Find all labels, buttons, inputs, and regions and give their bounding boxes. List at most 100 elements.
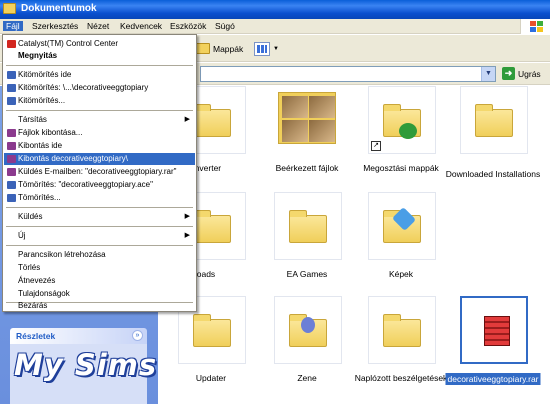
folder-item[interactable]: Beérkezett fájlok (258, 86, 356, 182)
menu-item-send-to[interactable]: Küldés ▶ (4, 211, 195, 223)
folder-thumbnail (460, 86, 528, 154)
rar-archive-icon (484, 316, 510, 346)
menu-item-open-with[interactable]: Társítás ▶ (4, 114, 195, 126)
folder-thumbnail (368, 192, 436, 260)
folder-item[interactable]: Zene (258, 296, 356, 392)
mysims-logo: My Sims (14, 348, 158, 382)
views-button[interactable]: ▼ (254, 39, 279, 58)
folder-thumbnail (274, 192, 342, 260)
submenu-arrow-icon: ▶ (184, 116, 190, 123)
submenu-arrow-icon: ▶ (184, 213, 190, 220)
chevron-down-icon: ▼ (273, 45, 279, 52)
menu-item-extract-here[interactable]: Kitömörítés ide (4, 69, 195, 81)
menu-item-unpack-files[interactable]: Fájlok kibontása... (4, 127, 195, 139)
menu-item-new[interactable]: Új ▶ (4, 230, 195, 242)
menu-item-label: Kibontás decorativeeggtopiary\ (18, 154, 128, 163)
menu-item-label: Kitömörítés... (18, 96, 66, 105)
catalyst-icon (7, 40, 16, 48)
window-title: Dokumentumok (21, 3, 97, 14)
folder-thumbnail (274, 296, 342, 364)
item-label: EA Games (286, 269, 328, 279)
shortcut-arrow-icon: ↗ (371, 141, 381, 151)
folder-item[interactable]: EA Games (258, 192, 356, 288)
menu-separator (6, 226, 193, 227)
winrar-icon (7, 142, 16, 150)
menu-item-label: Fájlok kibontása... (18, 128, 83, 137)
menu-item-extract-to-path[interactable]: Kitömörítés: \...\decorativeeggtopiary (4, 82, 195, 94)
windows-logo (520, 19, 550, 34)
folder-thumbnail (368, 296, 436, 364)
winace-icon (7, 84, 16, 92)
menu-separator (6, 110, 193, 111)
details-header[interactable]: Részletek » (10, 328, 147, 344)
rar-file-item[interactable]: decorativeeggtopiary.rar (444, 296, 542, 392)
menu-edit[interactable]: Szerkesztés (29, 21, 81, 31)
menu-item-unpack-here[interactable]: Kibontás ide (4, 140, 195, 152)
menu-item-label: Átnevezés (18, 276, 56, 285)
menu-item-label: Új (18, 231, 26, 240)
address-dropdown-icon[interactable]: ▼ (481, 67, 495, 81)
menu-separator (6, 245, 193, 246)
folder-icon (475, 104, 513, 137)
photos-folder-icon (278, 92, 336, 144)
item-label: Updater (195, 373, 227, 383)
menu-bar: Fájl Szerkesztés Nézet Kedvencek Eszközö… (0, 19, 550, 34)
explorer-window: Dokumentumok Fájl Szerkesztés Nézet Kedv… (0, 0, 550, 404)
folder-thumbnail (274, 86, 342, 154)
menu-item-compress-ace[interactable]: Tömörítés: "decorativeeggtopiary.ace" (4, 179, 195, 191)
address-input[interactable]: ▼ (200, 66, 496, 82)
menu-item-email[interactable]: Küldés E-mailben: "decorativeeggtopiary.… (4, 166, 195, 178)
go-button[interactable]: ➜ Ugrás (502, 67, 541, 80)
folders-label: Mappák (213, 43, 244, 54)
views-icon (254, 41, 270, 56)
menu-item-label: Kibontás ide (18, 141, 63, 150)
menu-item-extract[interactable]: Kitömörítés... (4, 95, 195, 107)
go-arrow-icon: ➜ (502, 67, 515, 80)
folder-icon (193, 104, 231, 137)
folder-icon (3, 3, 16, 14)
menu-view[interactable]: Nézet (84, 21, 112, 31)
winace-icon (7, 194, 16, 202)
file-thumbnail (460, 296, 528, 364)
menu-item-open[interactable]: Megnyitás (4, 50, 195, 62)
title-bar[interactable]: Dokumentumok (0, 0, 550, 19)
menu-item-label: Megnyitás (18, 51, 58, 60)
menu-item-label: Catalyst(TM) Control Center (18, 39, 119, 48)
menu-item-properties[interactable]: Tulajdonságok (4, 288, 195, 300)
winrar-icon (7, 168, 16, 176)
folder-item[interactable]: ↗ Megosztási mappák (352, 86, 450, 182)
menu-tools[interactable]: Eszközök (167, 21, 209, 31)
folder-item[interactable]: Képek (352, 192, 450, 288)
folder-thumbnail: ↗ (368, 86, 436, 154)
folder-item[interactable]: Downloaded Installations (444, 86, 542, 182)
menu-item-label: Küldés E-mailben: "decorativeeggtopiary.… (18, 167, 177, 176)
folder-item[interactable]: Naplózott beszélgetések (352, 296, 450, 392)
winrar-icon (7, 129, 16, 137)
item-label: Downloaded Installations (445, 169, 541, 179)
menu-help[interactable]: Súgó (212, 21, 238, 31)
submenu-arrow-icon: ▶ (184, 232, 190, 239)
chevron-down-icon[interactable]: » (132, 330, 143, 341)
folders-button[interactable]: Mappák (196, 39, 243, 58)
item-label: Megosztási mappák (363, 163, 439, 173)
menu-item-label: Törlés (18, 263, 41, 272)
menu-item-delete[interactable]: Törlés (4, 262, 195, 274)
menu-item-catalyst[interactable]: Catalyst(TM) Control Center (4, 38, 195, 50)
menu-item-unpack-to[interactable]: Kibontás decorativeeggtopiary\ (4, 153, 195, 165)
menu-item-rename[interactable]: Átnevezés (4, 275, 195, 287)
menu-separator (6, 65, 193, 66)
menu-item-create-shortcut[interactable]: Parancsikon létrehozása (4, 249, 195, 261)
file-menu: Catalyst(TM) Control Center Megnyitás Ki… (2, 34, 197, 312)
menu-item-close[interactable]: Bezárás (4, 300, 195, 312)
menu-item-label: Tömörítés... (18, 193, 61, 202)
item-label: Képek (388, 269, 414, 279)
menu-item-label: Tulajdonságok (18, 289, 70, 298)
menu-item-label: Tömörítés: "decorativeeggtopiary.ace" (18, 180, 153, 189)
item-label: Beérkezett fájlok (275, 163, 339, 173)
users-icon (399, 123, 417, 139)
menu-item-compress[interactable]: Tömörítés... (4, 192, 195, 204)
menu-file[interactable]: Fájl (3, 21, 23, 31)
menu-favorites[interactable]: Kedvencek (117, 21, 165, 31)
item-label: Zene (297, 373, 317, 383)
winace-icon (7, 97, 16, 105)
